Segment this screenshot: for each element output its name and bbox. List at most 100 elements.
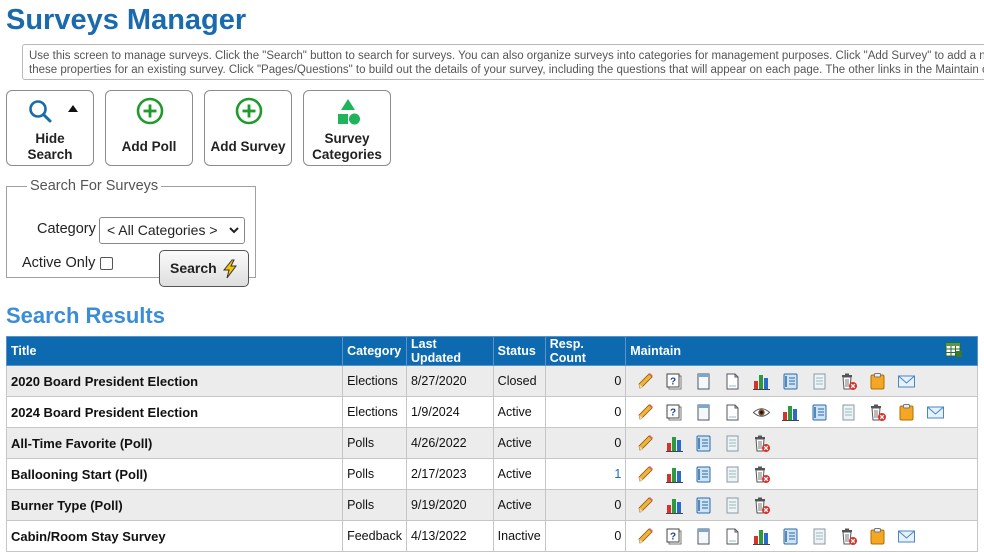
column-header-resp-count[interactable]: Resp. Count <box>544 336 627 366</box>
document-icon[interactable] <box>723 372 742 391</box>
row-last-updated: 4/26/2022 <box>405 427 494 459</box>
table-row: Cabin/Room Stay Survey Feedback 4/13/2022 I… <box>5 520 978 552</box>
search-panel: Search For Surveys Category < All Catego… <box>6 178 256 287</box>
notebook-icon[interactable] <box>781 372 800 391</box>
table-header-row: Title Category Last Updated Status Resp.… <box>5 336 978 366</box>
delete-icon[interactable] <box>752 496 771 515</box>
notebook-icon[interactable] <box>694 465 713 484</box>
active-only-label: Active Only <box>22 255 96 271</box>
results-chart-icon[interactable] <box>665 496 684 515</box>
delete-icon[interactable] <box>752 465 771 484</box>
pages-questions-icon[interactable]: ? <box>665 527 684 546</box>
svg-text:?: ? <box>670 407 676 418</box>
edit-icon[interactable] <box>636 527 655 546</box>
row-title: Burner Type (Poll) <box>5 489 344 521</box>
report-icon[interactable] <box>723 434 742 453</box>
report-icon[interactable] <box>810 372 829 391</box>
table-row: 2024 Board President Election Elections 1/… <box>5 396 978 428</box>
report-icon[interactable] <box>723 496 742 515</box>
category-select[interactable]: < All Categories > <box>99 217 245 244</box>
table-row: Burner Type (Poll) Polls 9/19/2020 Active 0 <box>5 489 978 521</box>
column-header-category[interactable]: Category <box>342 336 407 366</box>
delete-icon[interactable] <box>839 372 858 391</box>
email-icon[interactable] <box>926 403 945 422</box>
row-resp-count: 1 <box>544 458 627 490</box>
shapes-icon <box>338 99 360 125</box>
pages-questions-icon[interactable]: ? <box>665 403 684 422</box>
notebook-icon[interactable] <box>694 496 713 515</box>
category-select-value: < All Categories > <box>107 222 218 238</box>
row-category: Feedback <box>342 520 407 552</box>
edit-icon[interactable] <box>636 403 655 422</box>
hide-search-label: Hide Search <box>27 131 73 162</box>
row-title: 2024 Board President Election <box>5 396 344 428</box>
column-header-last-updated[interactable]: Last Updated <box>405 336 494 366</box>
column-header-title[interactable]: Title <box>5 336 344 366</box>
results-chart-icon[interactable] <box>665 434 684 453</box>
survey-categories-button[interactable]: Survey Categories <box>303 90 391 166</box>
results-chart-icon[interactable] <box>781 403 800 422</box>
row-status: Active <box>492 396 546 428</box>
results-chart-icon[interactable] <box>752 527 771 546</box>
notebook-icon[interactable] <box>781 527 800 546</box>
export-excel-icon[interactable] <box>945 342 963 358</box>
row-title: 2020 Board President Election <box>5 365 344 397</box>
notebook-icon[interactable] <box>694 434 713 453</box>
row-resp-count: 0 <box>544 489 627 521</box>
edit-icon[interactable] <box>636 434 655 453</box>
pages-questions-icon[interactable]: ? <box>665 372 684 391</box>
add-survey-button[interactable]: Add Survey <box>204 90 292 166</box>
report-icon[interactable] <box>839 403 858 422</box>
help-text: Use this screen to manage surveys. Click… <box>22 44 984 80</box>
report-icon[interactable] <box>723 465 742 484</box>
document-icon[interactable] <box>723 403 742 422</box>
row-resp-count: 0 <box>544 396 627 428</box>
page-title: Surveys Manager <box>6 4 247 36</box>
svg-text:?: ? <box>670 376 676 387</box>
delete-icon[interactable] <box>839 527 858 546</box>
add-circle-icon <box>235 97 263 125</box>
row-title: All-Time Favorite (Poll) <box>5 427 344 459</box>
page-icon[interactable] <box>694 372 713 391</box>
edit-icon[interactable] <box>636 465 655 484</box>
email-icon[interactable] <box>897 372 916 391</box>
document-icon[interactable] <box>723 527 742 546</box>
delete-icon[interactable] <box>868 403 887 422</box>
add-survey-label: Add Survey <box>210 139 286 154</box>
page-icon[interactable] <box>694 403 713 422</box>
column-header-maintain: Maintain <box>625 336 978 366</box>
column-header-status[interactable]: Status <box>492 336 546 366</box>
preview-eye-icon[interactable] <box>752 403 771 422</box>
results-chart-icon[interactable] <box>752 372 771 391</box>
active-only-checkbox[interactable] <box>100 257 113 270</box>
svg-text:?: ? <box>670 531 676 542</box>
row-status: Active <box>492 489 546 521</box>
row-title: Cabin/Room Stay Survey <box>5 520 344 552</box>
email-icon[interactable] <box>897 527 916 546</box>
row-resp-count: 0 <box>544 365 627 397</box>
report-icon[interactable] <box>810 527 829 546</box>
row-last-updated: 1/9/2024 <box>405 396 494 428</box>
clipboard-icon[interactable] <box>868 527 887 546</box>
row-title: Ballooning Start (Poll) <box>5 458 344 490</box>
row-maintain-actions: ? <box>625 520 978 552</box>
row-category: Elections <box>342 365 407 397</box>
edit-icon[interactable] <box>636 372 655 391</box>
clipboard-icon[interactable] <box>868 372 887 391</box>
results-chart-icon[interactable] <box>665 465 684 484</box>
edit-icon[interactable] <box>636 496 655 515</box>
delete-icon[interactable] <box>752 434 771 453</box>
add-circle-icon <box>136 97 164 125</box>
hide-search-button[interactable]: Hide Search <box>6 90 94 166</box>
category-label: Category <box>37 221 96 237</box>
notebook-icon[interactable] <box>810 403 829 422</box>
table-row: Ballooning Start (Poll) Polls 2/17/2023 Act… <box>5 458 978 490</box>
row-category: Polls <box>342 489 407 521</box>
search-panel-legend: Search For Surveys <box>30 178 159 194</box>
search-button[interactable]: Search <box>159 250 249 287</box>
clipboard-icon[interactable] <box>897 403 916 422</box>
add-poll-button[interactable]: Add Poll <box>105 90 193 166</box>
add-poll-label: Add Poll <box>121 139 177 154</box>
row-maintain-actions <box>625 489 978 521</box>
page-icon[interactable] <box>694 527 713 546</box>
